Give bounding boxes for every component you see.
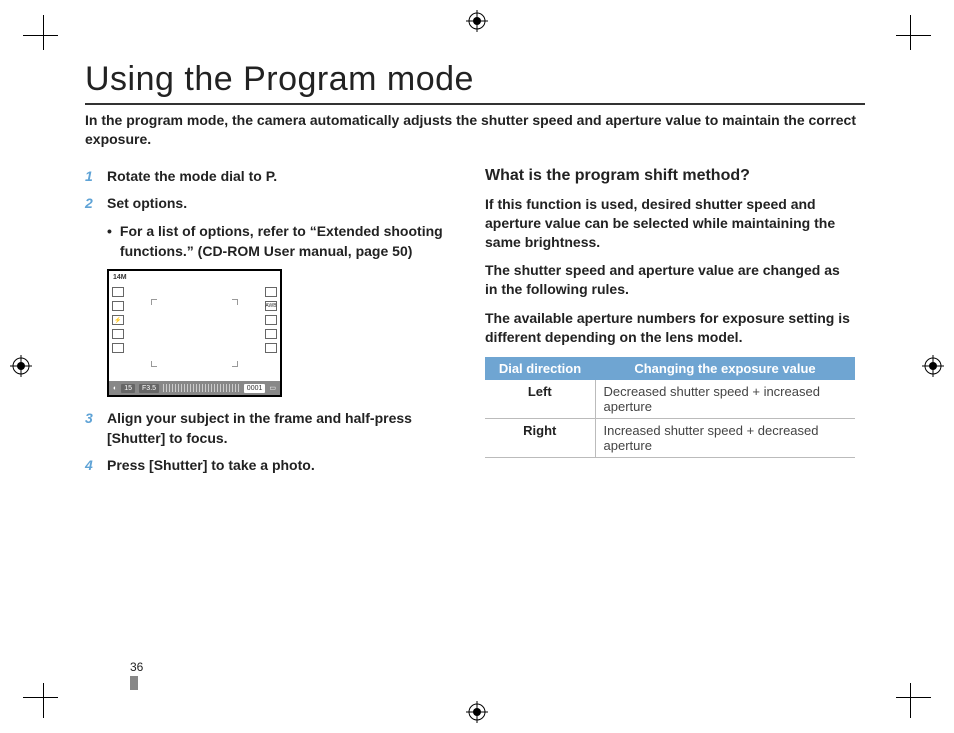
bullet: • xyxy=(107,222,112,261)
camera-screen-illustration: 14M ⚡ AWB ◐ 15 F3.5 xyxy=(107,269,282,397)
step-text: Align your subject in the frame and half… xyxy=(107,409,445,448)
intro-text: In the program mode, the camera automati… xyxy=(85,111,865,149)
af-bracket-tr xyxy=(232,299,238,305)
step-number: 3 xyxy=(85,409,99,448)
step-2: 2 Set options. xyxy=(85,194,445,214)
paragraph: The available aperture numbers for expos… xyxy=(485,309,855,347)
right-column: What is the program shift method? If thi… xyxy=(485,167,855,484)
table-header-value: Changing the exposure value xyxy=(595,357,855,380)
exposure-change: Increased shutter speed + decreased aper… xyxy=(595,419,855,458)
step-number: 4 xyxy=(85,456,99,476)
frame-counter: 0001 xyxy=(244,384,266,393)
af-bracket-tl xyxy=(151,299,157,305)
mode-icon: ◐ xyxy=(113,385,117,392)
table-row: Left Decreased shutter speed + increased… xyxy=(485,380,855,419)
step-number: 2 xyxy=(85,194,99,214)
drive-mode-icon xyxy=(112,287,124,297)
af-bracket-bl xyxy=(151,361,157,367)
dial-direction: Left xyxy=(485,380,595,419)
left-column: 1 Rotate the mode dial to P. 2 Set optio… xyxy=(85,167,445,484)
step-3: 3 Align your subject in the frame and ha… xyxy=(85,409,445,448)
registration-mark-bottom xyxy=(466,701,488,723)
step-text: Rotate the mode dial to P. xyxy=(107,167,445,187)
registration-mark-left xyxy=(10,355,32,377)
registration-mark-right xyxy=(922,355,944,377)
dial-direction: Right xyxy=(485,419,595,458)
aperture-value: F3.5 xyxy=(139,384,159,393)
crop-mark-tr xyxy=(909,15,949,55)
metering-icon xyxy=(265,329,277,339)
crop-mark-bl xyxy=(5,678,45,718)
step-4: 4 Press [Shutter] to take a photo. xyxy=(85,456,445,476)
table-header-direction: Dial direction xyxy=(485,357,595,380)
iso-icon xyxy=(265,315,277,325)
page-content: Using the Program mode In the program mo… xyxy=(85,60,865,680)
step-1: 1 Rotate the mode dial to P. xyxy=(85,167,445,187)
table-row: Right Increased shutter speed + decrease… xyxy=(485,419,855,458)
card-icon: ▭ xyxy=(269,384,276,392)
flash-icon: ⚡ xyxy=(112,315,124,325)
step-2-sub: • For a list of options, refer to “Exten… xyxy=(107,222,445,261)
step-number: 1 xyxy=(85,167,99,187)
shutter-value: 15 xyxy=(121,384,135,393)
sub-text: For a list of options, refer to “Extende… xyxy=(120,222,445,261)
registration-mark-top xyxy=(466,10,488,32)
paragraph: The shutter speed and aperture value are… xyxy=(485,261,855,299)
crop-mark-tl xyxy=(5,15,45,55)
af-bracket-br xyxy=(232,361,238,367)
section-heading: What is the program shift method? xyxy=(485,167,855,185)
page-title: Using the Program mode xyxy=(85,60,865,105)
paragraph: If this function is used, desired shutte… xyxy=(485,195,855,252)
exposure-change: Decreased shutter speed + increased aper… xyxy=(595,380,855,419)
step-text: Press [Shutter] to take a photo. xyxy=(107,456,445,476)
page-number: 36 xyxy=(130,660,143,690)
camera-status-bar: ◐ 15 F3.5 0001 ▭ xyxy=(109,381,280,395)
page-number-bar xyxy=(130,676,138,690)
resolution-label: 14M xyxy=(113,274,127,281)
stabilizer-icon xyxy=(112,329,124,339)
battery-icon xyxy=(265,287,277,297)
color-icon xyxy=(112,343,124,353)
awb-icon: AWB xyxy=(265,301,277,311)
program-shift-table: Dial direction Changing the exposure val… xyxy=(485,357,855,458)
exposure-scale xyxy=(163,384,240,392)
focus-area-icon xyxy=(112,301,124,311)
quality-icon xyxy=(265,343,277,353)
step-text: Set options. xyxy=(107,194,445,214)
crop-mark-br xyxy=(909,678,949,718)
